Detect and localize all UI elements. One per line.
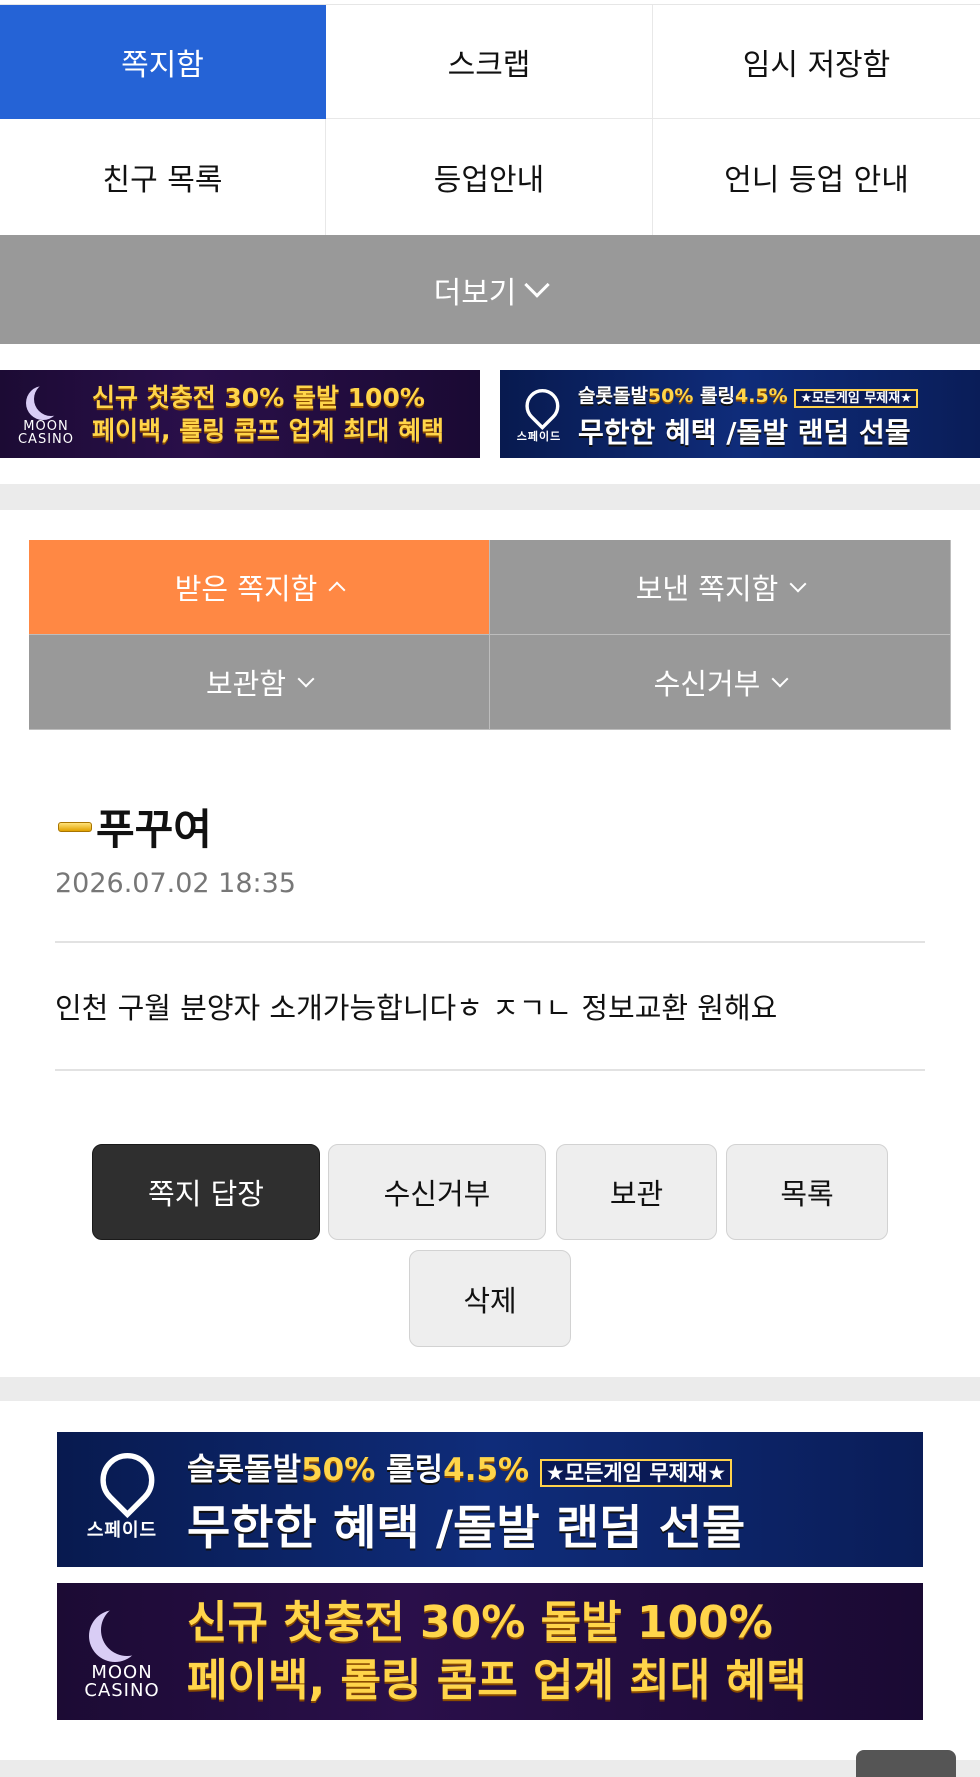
chevron-down-icon	[524, 271, 551, 298]
banner-line1: 슬롯돌발50% 롤링4.5% ★모든게임 무제재★	[187, 1442, 923, 1501]
tab-sent[interactable]: 보낸 쪽지함	[490, 540, 951, 635]
tab-archive[interactable]: 보관함	[29, 635, 490, 730]
moon-casino-banner-small[interactable]: MOON CASINO 신규 첫충전 30% 돌발 100% 페이백, 롤링 콤프…	[0, 370, 480, 458]
level-badge-icon	[58, 821, 92, 832]
message-body: 인천 구월 분양자 소개가능합니다ㅎ ㅈㄱㄴ 정보교환 원해요	[55, 991, 778, 1025]
moon-icon	[34, 382, 68, 416]
logo-text-casino: CASINO	[84, 1679, 160, 1701]
moon-casino-banner-large[interactable]: MOON CASINO 신규 첫충전 30% 돌발 100% 페이백, 롤링 콤프…	[57, 1583, 923, 1720]
spade-logo: 스페이드	[57, 1458, 187, 1542]
banner-line2: 페이백, 롤링 콤프 업계 최대 혜택	[92, 416, 445, 445]
menu-sister-level-guide[interactable]: 언니 등업 안내	[653, 119, 980, 236]
message-sender: 푸꾸여	[58, 796, 212, 857]
spade-logo-text: 스페이드	[86, 1519, 158, 1541]
moon-icon	[101, 1604, 153, 1656]
block-button[interactable]: 수신거부	[328, 1144, 546, 1240]
menu-drafts[interactable]: 임시 저장함	[653, 5, 980, 119]
banner-line1: 슬롯돌발50% 롤링4.5% ★모든게임 무제재★	[578, 379, 980, 416]
top-menu: 쪽지함 스크랩 임시 저장함 친구 목록 등업안내 언니 등업 안내	[0, 4, 980, 236]
tab-sent-label: 보낸 쪽지함	[635, 572, 779, 606]
section-divider	[0, 1377, 980, 1401]
delete-button[interactable]: 삭제	[409, 1250, 571, 1347]
menu-message-box[interactable]: 쪽지함	[0, 5, 326, 119]
banner-line2: 무한한 혜택 /돌발 랜덤 선물	[578, 415, 911, 449]
moon-casino-logo: MOON CASINO	[57, 1604, 187, 1700]
more-button[interactable]: 더보기	[0, 235, 980, 344]
tab-received-label: 받은 쪽지함	[174, 572, 318, 606]
chevron-down-icon	[789, 575, 807, 592]
divider	[55, 941, 925, 943]
tab-archive-label: 보관함	[205, 667, 287, 701]
tab-received[interactable]: 받은 쪽지함	[29, 540, 490, 635]
spade-logo-text: 스페이드	[516, 430, 562, 443]
banner-line2: 무한한 혜택 /돌발 랜덤 선물	[187, 1501, 746, 1556]
menu-level-guide[interactable]: 등업안내	[326, 119, 653, 236]
message-box-tabs: 받은 쪽지함 보낸 쪽지함 보관함 수신거부	[29, 540, 951, 730]
chevron-down-icon	[771, 670, 789, 687]
logo-text-casino: CASINO	[17, 432, 74, 447]
menu-scrap[interactable]: 스크랩	[326, 5, 653, 119]
reply-button[interactable]: 쪽지 답장	[92, 1144, 320, 1240]
spade-icon	[519, 387, 560, 424]
banner-line1: 신규 첫충전 30% 돌발 100%	[92, 383, 425, 412]
list-button[interactable]: 목록	[726, 1144, 888, 1240]
more-label: 더보기	[433, 275, 517, 311]
spade-banner-large[interactable]: 스페이드 슬롯돌발50% 롤링4.5% ★모든게임 무제재★ 무한한 혜택 /돌…	[57, 1432, 923, 1567]
divider	[55, 1069, 925, 1071]
section-divider	[0, 484, 980, 510]
message-date: 2026.07.02 18:35	[55, 868, 296, 899]
moon-casino-logo: MOON CASINO	[0, 382, 92, 446]
chevron-down-icon	[297, 670, 315, 687]
spade-icon	[90, 1450, 155, 1509]
chevron-up-icon	[328, 581, 346, 599]
scroll-top-button[interactable]	[856, 1750, 956, 1777]
section-divider	[0, 1760, 980, 1777]
banner-tag: ★모든게임 무제재★	[539, 1459, 733, 1487]
spade-logo: 스페이드	[500, 384, 578, 444]
keep-button[interactable]: 보관	[556, 1144, 717, 1240]
banner-line1: 신규 첫충전 30% 돌발 100%	[187, 1596, 773, 1648]
tab-blocked-label: 수신거부	[653, 667, 761, 701]
spade-banner-small[interactable]: 스페이드 슬롯돌발50% 롤링4.5% ★모든게임 무제재★ 무한한 혜택 /돌…	[500, 370, 980, 458]
sender-name[interactable]: 푸꾸여	[96, 796, 212, 857]
menu-friends[interactable]: 친구 목록	[0, 119, 326, 236]
banner-tag: ★모든게임 무제재★	[794, 388, 918, 408]
banner-line2: 페이백, 롤링 콤프 업계 최대 혜택	[187, 1654, 807, 1706]
tab-blocked[interactable]: 수신거부	[490, 635, 951, 730]
